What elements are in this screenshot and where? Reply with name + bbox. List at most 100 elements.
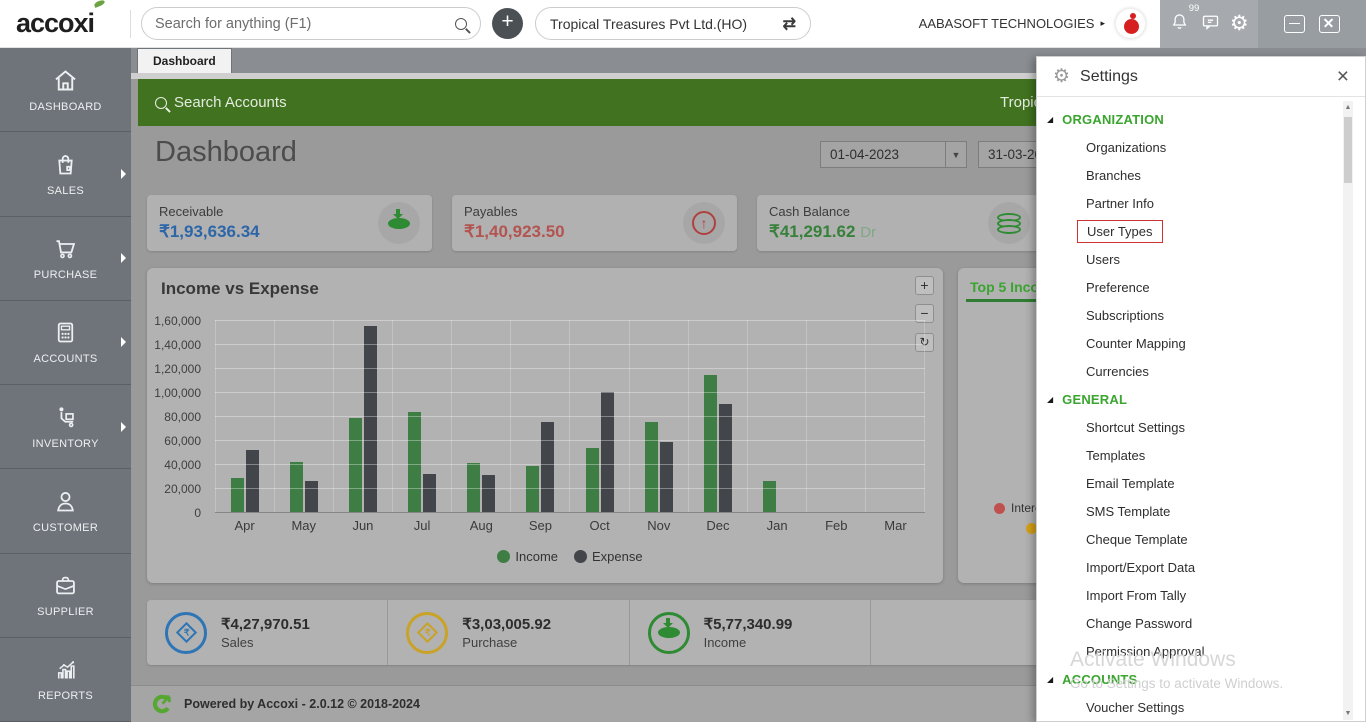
expand-icon: ◢ <box>1047 394 1054 404</box>
sidebar: DASHBOARD SALES PURCHASE ACCOUNTS INVENTORY C… <box>0 48 131 722</box>
summary-label: Income <box>703 635 747 650</box>
bar-income-jun <box>349 418 363 512</box>
switch-organization-icon[interactable]: ⇄ <box>783 14 796 34</box>
settings-item-shortcut-settings[interactable]: Shortcut Settings <box>1037 413 1343 441</box>
global-search[interactable] <box>141 7 481 40</box>
accoxi-logo: accoxi <box>0 0 128 39</box>
scroll-down-icon[interactable]: ▼ <box>1343 710 1353 717</box>
sidebar-item-label: INVENTORY <box>32 437 99 450</box>
settings-item-email-template[interactable]: Email Template <box>1037 469 1343 497</box>
scroll-up-icon[interactable]: ▲ <box>1343 104 1353 111</box>
window-controls <box>1258 0 1366 48</box>
briefcase-icon <box>56 576 75 595</box>
sidebar-item-customer[interactable]: CUSTOMER <box>0 469 131 554</box>
settings-item-counter-mapping[interactable]: Counter Mapping <box>1037 329 1343 357</box>
organization-selector[interactable]: Tropical Treasures Pvt Ltd.(HO) ⇄ <box>535 7 811 40</box>
y-tick-label: 20,000 <box>164 482 201 496</box>
bar-expense-jun <box>364 326 378 512</box>
search-icon[interactable] <box>455 17 467 30</box>
purchase-summary: ₹ ₹3,03,005.92 Purchase <box>388 600 630 665</box>
company-menu[interactable]: AABASOFT TECHNOLOGIES ▸ <box>919 16 1115 31</box>
rupee-diamond-icon: ₹ <box>165 611 207 654</box>
logo-text: accoxi <box>16 8 95 38</box>
notifications-button[interactable]: 99 <box>1169 3 1199 37</box>
add-button[interactable]: + <box>492 8 523 39</box>
legend-item-income: Income <box>497 549 558 564</box>
search-accounts[interactable]: Search Accounts <box>155 94 287 111</box>
calculator-icon <box>57 322 74 343</box>
sidebar-item-sales[interactable]: SALES <box>0 132 131 217</box>
gridline <box>215 344 925 345</box>
dr-suffix: Dr <box>860 224 877 241</box>
date-from-field[interactable]: 01-04-2023 ▼ <box>820 141 967 168</box>
legend-dot <box>994 502 1005 514</box>
accoxi-mark-icon <box>152 694 171 714</box>
avatar[interactable] <box>1115 8 1146 39</box>
chart-icon <box>57 661 75 679</box>
chart-title: Income vs Expense <box>161 279 319 298</box>
settings-item-organizations[interactable]: Organizations <box>1037 133 1343 161</box>
settings-item-users[interactable]: Users <box>1037 245 1343 273</box>
bar-income-jan <box>762 481 776 512</box>
settings-item-import-export-data[interactable]: Import/Export Data <box>1037 553 1343 581</box>
settings-button[interactable]: ⚙ <box>1230 13 1249 34</box>
settings-section-general[interactable]: ◢ GENERAL <box>1037 385 1343 413</box>
sidebar-item-supplier[interactable]: SUPPLIER <box>0 554 131 638</box>
sidebar-item-label: DASHBOARD <box>29 100 102 113</box>
submenu-arrow-icon <box>121 421 126 432</box>
close-window-button[interactable] <box>1319 14 1340 33</box>
coin-down-icon <box>378 202 420 244</box>
sidebar-item-purchase[interactable]: PURCHASE <box>0 217 131 301</box>
settings-item-cheque-template[interactable]: Cheque Template <box>1037 525 1343 553</box>
gear-icon: ⚙ <box>1053 66 1071 87</box>
settings-item-templates[interactable]: Templates <box>1037 441 1343 469</box>
legend-item-expense: Expense <box>574 549 643 564</box>
gridline <box>215 464 925 465</box>
settings-item-partner-info[interactable]: Partner Info <box>1037 189 1343 217</box>
bell-icon <box>1172 13 1187 29</box>
sidebar-item-label: CUSTOMER <box>32 521 99 534</box>
close-settings-button[interactable]: × <box>1337 66 1349 87</box>
chart-zoom-in-button[interactable]: + <box>915 276 934 295</box>
settings-item-sms-template[interactable]: SMS Template <box>1037 497 1343 525</box>
settings-item-currencies[interactable]: Currencies <box>1037 357 1343 385</box>
sidebar-item-reports[interactable]: REPORTS <box>0 638 131 722</box>
y-tick-label: 0 <box>194 506 201 520</box>
settings-scrollbar[interactable]: ▲ ▼ <box>1343 101 1353 720</box>
icon-zone: 99 ⚙ <box>1160 0 1258 48</box>
divider <box>130 9 131 38</box>
caret-right-icon: ▸ <box>1100 18 1105 28</box>
settings-section-accounts[interactable]: ◢ ACCOUNTS <box>1037 665 1343 693</box>
cart-icon <box>56 240 76 259</box>
bar-expense-apr <box>246 450 260 512</box>
y-tick-label: 1,00,000 <box>154 386 201 400</box>
coins-icon <box>988 202 1030 244</box>
summary-label: Purchase <box>462 635 518 650</box>
bar-expense-may <box>305 481 319 512</box>
settings-item-branches[interactable]: Branches <box>1037 161 1343 189</box>
settings-section-organization[interactable]: ◢ ORGANIZATION <box>1037 105 1343 133</box>
scrollbar-thumb[interactable] <box>1344 117 1352 183</box>
x-tick-label: Apr <box>234 518 255 533</box>
rupee-diamond-icon: ₹ <box>406 611 449 654</box>
tab-dashboard[interactable]: Dashboard <box>137 48 232 73</box>
sidebar-item-inventory[interactable]: INVENTORY <box>0 385 131 470</box>
sidebar-item-accounts[interactable]: ACCOUNTS <box>0 301 131 385</box>
settings-item-preference[interactable]: Preference <box>1037 273 1343 301</box>
settings-item-import-from-tally[interactable]: Import From Tally <box>1037 581 1343 609</box>
messages-button[interactable] <box>1200 11 1221 37</box>
x-tick-label: Jul <box>413 518 431 533</box>
calendar-dropdown-icon[interactable]: ▼ <box>945 142 966 167</box>
x-tick-label: Aug <box>469 518 493 533</box>
settings-item-subscriptions[interactable]: Subscriptions <box>1037 301 1343 329</box>
settings-item-user-types[interactable]: User Types <box>1037 217 1343 245</box>
gridline <box>215 416 925 417</box>
search-input[interactable] <box>155 15 447 32</box>
minimize-button[interactable] <box>1284 14 1305 33</box>
expand-icon: ◢ <box>1047 674 1054 684</box>
settings-item-change-password[interactable]: Change Password <box>1037 609 1343 637</box>
sidebar-item-dashboard[interactable]: DASHBOARD <box>0 48 131 133</box>
y-tick-label: 60,000 <box>164 434 201 448</box>
settings-item-permission-approval[interactable]: Permission Approval <box>1037 637 1343 665</box>
settings-item-voucher-settings[interactable]: Voucher Settings <box>1037 693 1343 721</box>
